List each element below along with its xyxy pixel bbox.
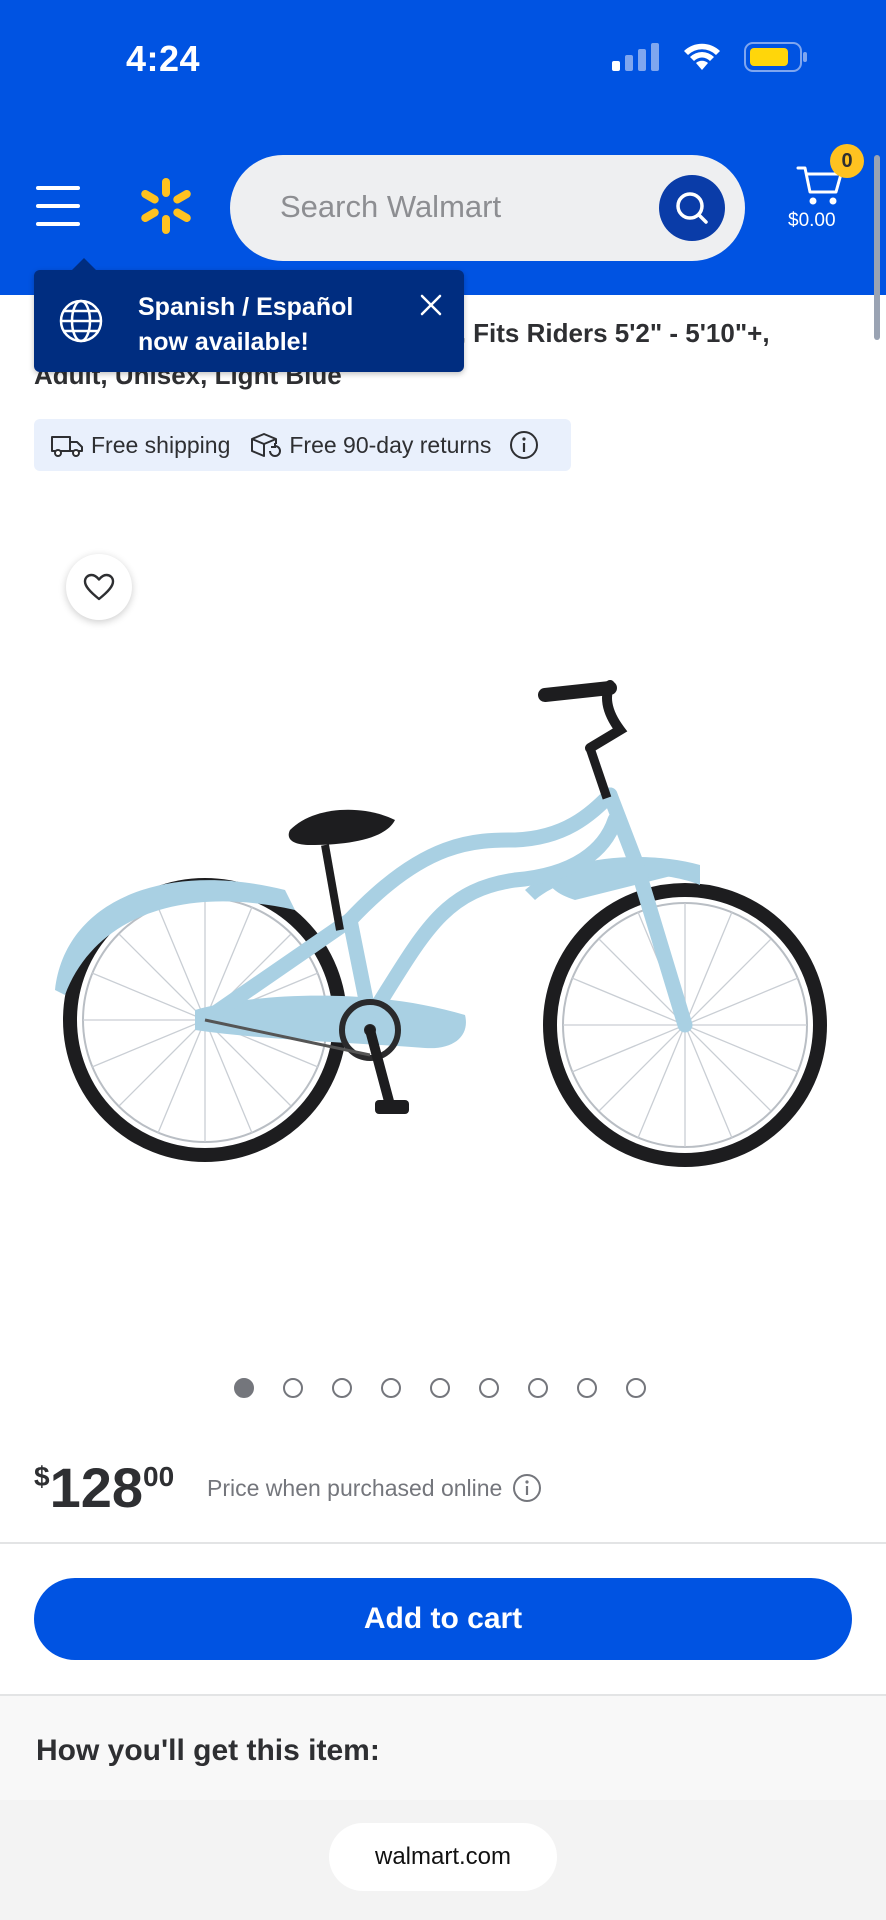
price-note: Price when purchased online [207,1473,542,1503]
carousel-dot-3[interactable] [332,1378,352,1398]
battery-icon [744,42,807,72]
close-icon[interactable] [418,292,444,318]
tooltip-line-2: now available! [138,328,309,356]
scrollbar[interactable] [874,155,880,340]
divider [0,1542,886,1544]
carousel-dot-6[interactable] [479,1378,499,1398]
status-icons [612,42,808,72]
heart-icon [83,573,115,601]
carousel-dot-9[interactable] [626,1378,646,1398]
wifi-icon [684,43,720,70]
carousel-dot-7[interactable] [528,1378,548,1398]
price-cents: 00 [143,1461,175,1492]
shipping-returns-banner: Free shipping Free 90-day returns [34,419,571,471]
product-price: $ 128 00 [34,1455,174,1521]
price-info-icon[interactable] [512,1473,542,1503]
signal-icon [612,43,659,71]
cart-total: $0.00 [788,210,836,231]
favorite-button[interactable] [66,554,132,620]
carousel-dot-8[interactable] [577,1378,597,1398]
free-returns-label: Free 90-day returns [289,431,492,458]
free-shipping-chip: Free shipping [50,431,230,459]
price-whole: 128 [49,1456,144,1519]
tooltip-line-1: Spanish / Español [138,293,354,321]
free-shipping-label: Free shipping [91,431,231,458]
url-bar[interactable]: walmart.com [329,1823,557,1891]
info-icon[interactable] [509,430,539,460]
fulfillment-section: How you'll get this item: [0,1696,886,1800]
tooltip-message: Spanish / Español now available! [138,290,388,360]
spark-logo-icon[interactable] [136,176,196,236]
cart-count-badge: 0 [830,144,864,178]
carousel-dot-4[interactable] [381,1378,401,1398]
status-time: 4:24 [126,38,201,79]
price-currency: $ [34,1461,50,1492]
cart-button[interactable]: 0 $0.00 [788,144,865,240]
carousel-dot-2[interactable] [283,1378,303,1398]
header: 4:24 Search Walmart 0 $0.00 [0,0,886,295]
browser-bottom-bar: walmart.com [0,1800,886,1920]
menu-icon[interactable] [36,186,80,226]
truck-icon [51,436,83,457]
search-input[interactable] [280,185,630,229]
price-note-text: Price when purchased online [207,1474,503,1501]
globe-icon [59,299,103,343]
carousel-dot-1[interactable] [234,1378,254,1398]
add-to-cart-button[interactable]: Add to cart [34,1578,852,1660]
carousel-dot-5[interactable] [430,1378,450,1398]
fulfillment-title: How you'll get this item: [36,1734,380,1767]
search-bar[interactable] [230,155,745,261]
search-button[interactable] [659,175,725,241]
return-box-icon [251,433,282,457]
image-carousel-dots [234,1378,646,1398]
language-tooltip: Spanish / Español now available! [34,258,464,372]
product-image[interactable] [45,680,845,1200]
free-returns-chip: Free 90-day returns [248,431,491,459]
search-icon [676,192,708,224]
